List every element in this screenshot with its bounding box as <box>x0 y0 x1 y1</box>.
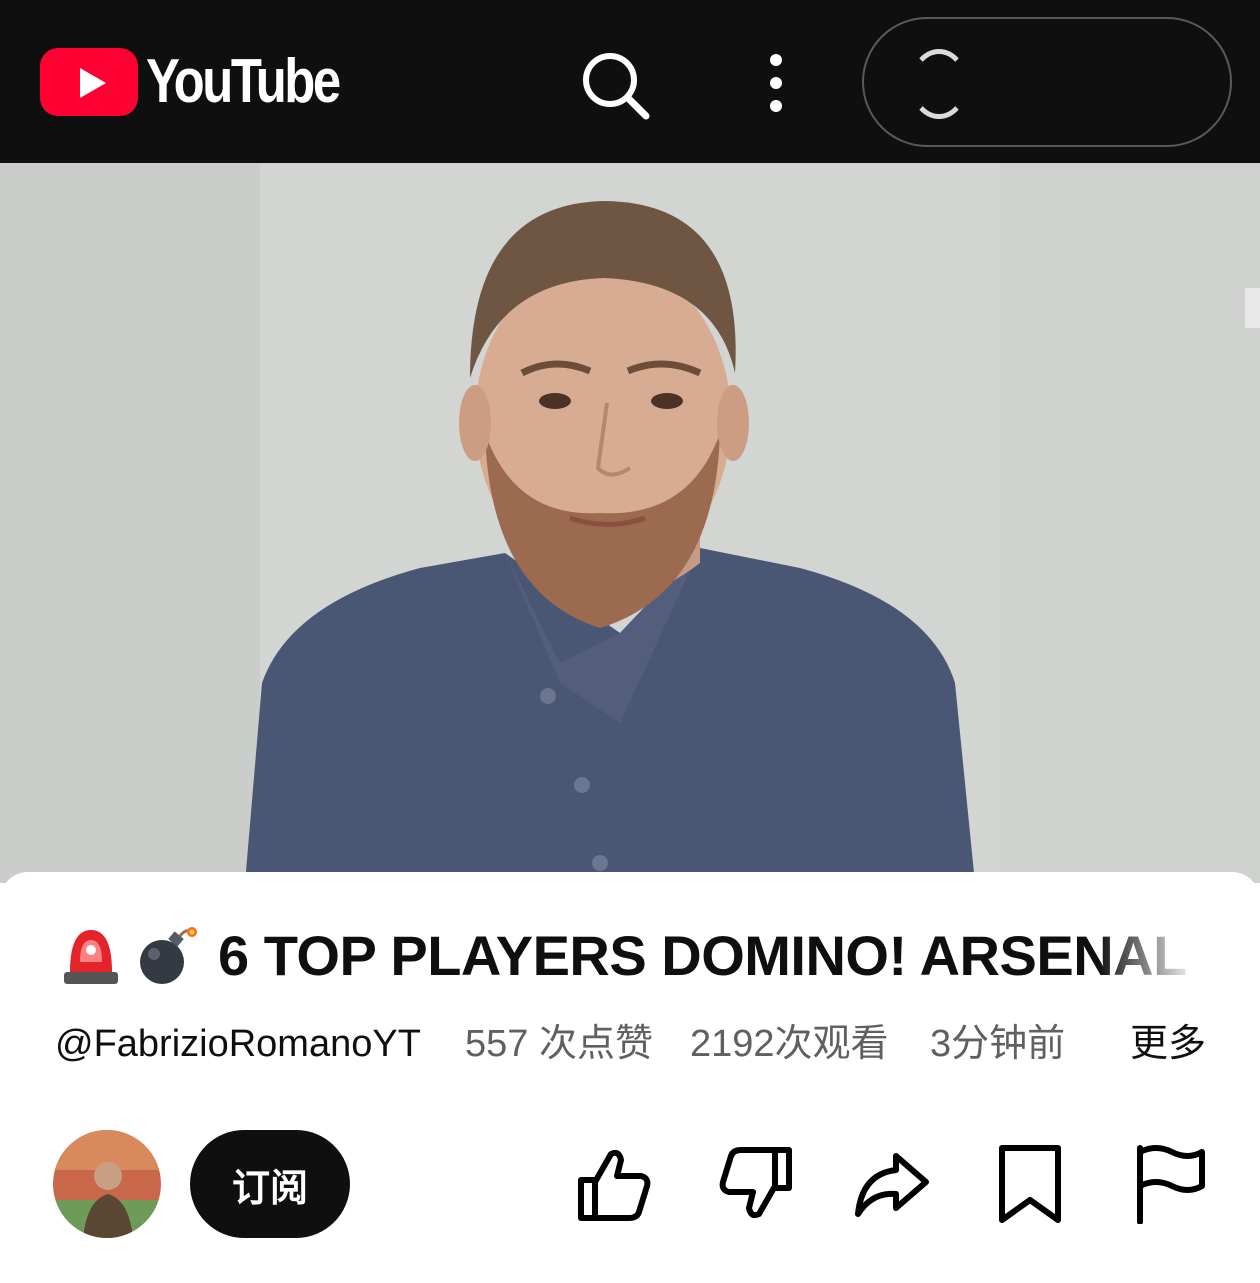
channel-handle[interactable]: @FabrizioRomanoYT <box>55 1022 421 1066</box>
more-vert-icon <box>770 54 782 112</box>
video-info-sheet: 6 TOP PLAYERS DOMINO! ARSENAL @FabrizioR… <box>0 872 1260 1283</box>
avatar-image <box>53 1130 161 1238</box>
actions-row: 订阅 <box>0 1130 1260 1240</box>
video-title-row[interactable]: 6 TOP PLAYERS DOMINO! ARSENAL <box>58 920 1208 990</box>
brand-wordmark: YouTube <box>146 47 341 116</box>
account-button[interactable] <box>862 17 1232 147</box>
search-icon <box>583 53 650 120</box>
youtube-watch-page: YouTube 6 TOP PLAYERS DOMINO! ARSENAL @F… <box>0 0 1260 1283</box>
video-player[interactable] <box>0 163 1260 883</box>
save-button[interactable] <box>990 1144 1070 1224</box>
police-light-icon <box>64 930 118 984</box>
search-button[interactable] <box>578 48 650 120</box>
youtube-logo[interactable]: YouTube <box>40 48 381 116</box>
subscribe-button[interactable]: 订阅 <box>190 1130 350 1238</box>
like-button[interactable] <box>575 1144 655 1224</box>
loading-spinner-icon <box>910 49 968 119</box>
channel-avatar[interactable] <box>53 1130 161 1238</box>
thumb-down-icon <box>719 1147 792 1219</box>
bookmark-icon <box>999 1145 1061 1223</box>
top-app-bar: YouTube <box>0 0 1260 163</box>
more-link[interactable]: 更多 <box>1130 1022 1206 1066</box>
video-title: 6 TOP PLAYERS DOMINO! ARSENAL <box>218 923 1187 987</box>
report-button[interactable] <box>1130 1144 1210 1225</box>
view-count: 2192次观看 <box>690 1023 889 1065</box>
more-options-button[interactable] <box>740 48 812 120</box>
video-frame <box>0 163 1260 883</box>
title-fade <box>1098 920 1208 990</box>
bomb-icon <box>140 927 197 984</box>
dislike-button[interactable] <box>715 1144 795 1224</box>
share-icon <box>855 1153 929 1217</box>
share-button[interactable] <box>852 1144 932 1224</box>
video-meta-row: @FabrizioRomanoYT 557 次点赞 2192次观看 3分钟前 更… <box>55 1022 1215 1066</box>
like-count: 557 次点赞 <box>465 1023 653 1065</box>
thumb-up-icon <box>578 1149 651 1221</box>
upload-time: 3分钟前 <box>930 1023 1066 1065</box>
youtube-logo-icon <box>40 48 138 116</box>
flag-icon <box>1137 1145 1205 1225</box>
